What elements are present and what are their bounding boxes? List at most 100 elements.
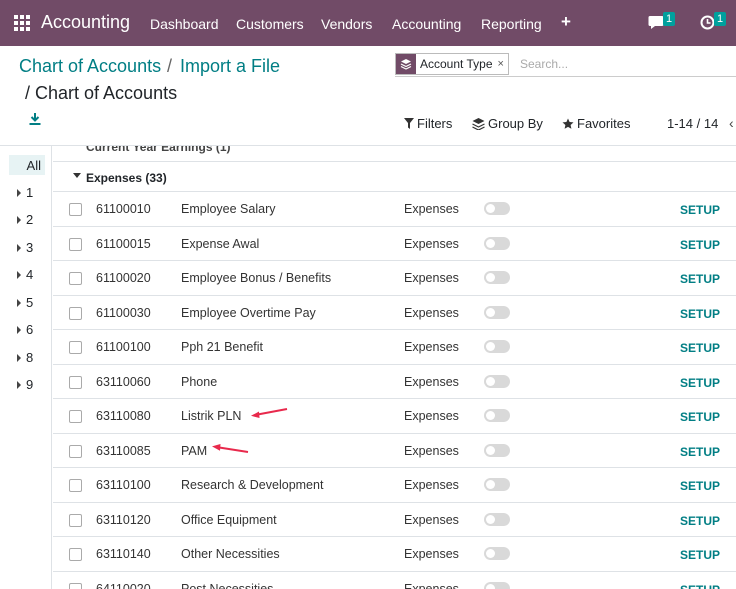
table-row[interactable]: 63110060 Phone Expenses SETUP [53, 365, 736, 399]
allow-reconciliation-toggle[interactable] [484, 409, 510, 422]
account-type: Expenses [404, 374, 459, 389]
allow-reconciliation-toggle[interactable] [484, 581, 510, 589]
filter-icon [404, 118, 414, 129]
row-checkbox[interactable] [69, 582, 82, 589]
sidebar-item-9[interactable]: 9 [17, 377, 33, 392]
breadcrumb-import-file[interactable]: Import a File [180, 56, 280, 77]
star-icon [562, 118, 574, 129]
allow-reconciliation-toggle[interactable] [484, 478, 510, 491]
row-checkbox[interactable] [69, 203, 82, 216]
allow-reconciliation-toggle[interactable] [484, 271, 510, 284]
table-row[interactable]: 61100010 Employee Salary Expenses SETUP [53, 192, 736, 227]
facet-remove-icon[interactable]: × [498, 58, 508, 70]
allow-reconciliation-toggle[interactable] [484, 340, 510, 353]
table-row[interactable]: 61100015 Expense Awal Expenses SETUP [53, 227, 736, 261]
setup-button[interactable]: SETUP [680, 341, 720, 355]
quick-create-icon[interactable]: + [561, 12, 571, 32]
menu-customers[interactable]: Customers [236, 16, 304, 32]
app-name[interactable]: Accounting [41, 12, 130, 33]
allow-reconciliation-toggle[interactable] [484, 374, 510, 388]
setup-button[interactable]: SETUP [680, 548, 720, 562]
sidebar-item-2[interactable]: 2 [17, 212, 33, 227]
pager-value[interactable]: 1-14 / 14 [667, 116, 718, 131]
allow-reconciliation-toggle[interactable] [484, 547, 510, 560]
row-checkbox[interactable] [69, 237, 82, 251]
top-navbar: Accounting Dashboard Customers Vendors A… [0, 0, 736, 46]
row-checkbox[interactable] [69, 306, 82, 320]
layers-icon [472, 117, 485, 130]
group-by-button[interactable]: Group By [472, 116, 543, 131]
menu-vendors[interactable]: Vendors [321, 16, 372, 32]
group-header-current-year[interactable]: Current Year Earnings (1) [86, 146, 231, 154]
activity-clock-icon[interactable]: 1 [700, 12, 727, 35]
breadcrumb-chart-of-accounts[interactable]: Chart of Accounts [19, 56, 161, 77]
setup-button[interactable]: SETUP [680, 410, 720, 424]
allow-reconciliation-toggle[interactable] [484, 512, 510, 526]
setup-button[interactable]: SETUP [680, 307, 720, 321]
sidebar-item-all[interactable]: All [9, 155, 45, 175]
setup-button[interactable]: SETUP [680, 583, 720, 589]
messages-icon[interactable]: 1 [648, 12, 676, 35]
account-name: Expense Awal [181, 236, 260, 251]
setup-button[interactable]: SETUP [680, 203, 720, 217]
table-row[interactable]: 61100020 Employee Bonus / Benefits Expense… [53, 261, 736, 296]
row-checkbox[interactable] [69, 272, 82, 285]
sidebar-item-4[interactable]: 4 [17, 267, 33, 282]
row-checkbox[interactable] [69, 513, 82, 527]
sidebar-item-3[interactable]: 3 [17, 240, 33, 255]
sidebar-item-6[interactable]: 6 [17, 322, 33, 337]
table-row[interactable]: 61100030 Employee Overtime Pay Expenses SET… [53, 296, 736, 330]
table-row[interactable]: 61100100 Pph 21 Benefit Expenses SETUP [53, 330, 736, 365]
accounts-list: Current Year Earnings (1) Expenses (33) … [53, 146, 736, 589]
annotation-arrow-icon [251, 408, 288, 418]
account-name: Post Necessities [181, 581, 274, 589]
table-row[interactable]: 63110120 Office Equipment Expenses SETUP [53, 503, 736, 537]
account-code: 61100015 [96, 236, 151, 251]
table-row[interactable]: 63110080 Listrik PLN Expenses SETUP [53, 399, 736, 434]
setup-button[interactable]: SETUP [680, 238, 720, 252]
row-checkbox[interactable] [69, 341, 82, 354]
allow-reconciliation-toggle[interactable] [484, 443, 510, 457]
table-row[interactable]: 63110085 PAM Expenses SETUP [53, 434, 736, 468]
group-by-label: Group By [488, 116, 543, 131]
account-name: Other Necessities [181, 547, 280, 561]
account-type: Expenses [404, 443, 459, 458]
setup-button[interactable]: SETUP [680, 479, 720, 493]
sidebar-item-8[interactable]: 8 [17, 350, 33, 365]
search-bar[interactable]: Account Type × Search... [395, 52, 736, 77]
account-name: Listrik PLN [181, 409, 242, 423]
sidebar-item-5[interactable]: 5 [17, 295, 33, 310]
pager-prev-icon[interactable]: ‹ [729, 115, 734, 131]
filters-button[interactable]: Filters [404, 116, 452, 131]
account-name: Research & Development [181, 478, 324, 492]
row-checkbox[interactable] [69, 548, 82, 561]
setup-button[interactable]: SETUP [680, 445, 720, 459]
account-name: Office Equipment [181, 512, 277, 527]
search-input[interactable]: Search... [520, 57, 568, 71]
account-code: 63110140 [96, 547, 151, 561]
account-code: 64110020 [96, 581, 151, 589]
allow-reconciliation-toggle[interactable] [484, 202, 510, 215]
table-row[interactable]: 64110020 Post Necessities Expenses SETUP [53, 572, 736, 589]
table-row[interactable]: 63110100 Research & Development Expenses SE… [53, 468, 736, 503]
setup-button[interactable]: SETUP [680, 514, 720, 528]
messages-count-badge: 1 [663, 12, 676, 26]
app-menu-icon[interactable] [14, 15, 30, 31]
row-checkbox[interactable] [69, 375, 82, 389]
row-checkbox[interactable] [69, 410, 82, 423]
allow-reconciliation-toggle[interactable] [484, 236, 510, 250]
setup-button[interactable]: SETUP [680, 272, 720, 286]
allow-reconciliation-toggle[interactable] [484, 305, 510, 319]
row-checkbox[interactable] [69, 479, 82, 492]
menu-dashboard[interactable]: Dashboard [150, 16, 219, 32]
setup-button[interactable]: SETUP [680, 376, 720, 390]
menu-reporting[interactable]: Reporting [481, 16, 542, 32]
account-type: Expenses [404, 478, 459, 492]
favorites-button[interactable]: Favorites [562, 116, 630, 131]
group-header-expenses[interactable]: Expenses (33) [53, 161, 736, 192]
download-icon[interactable] [28, 112, 42, 131]
table-row[interactable]: 63110140 Other Necessities Expenses SETUP [53, 537, 736, 572]
row-checkbox[interactable] [69, 444, 82, 458]
menu-accounting[interactable]: Accounting [392, 16, 461, 32]
sidebar-item-1[interactable]: 1 [17, 185, 33, 200]
